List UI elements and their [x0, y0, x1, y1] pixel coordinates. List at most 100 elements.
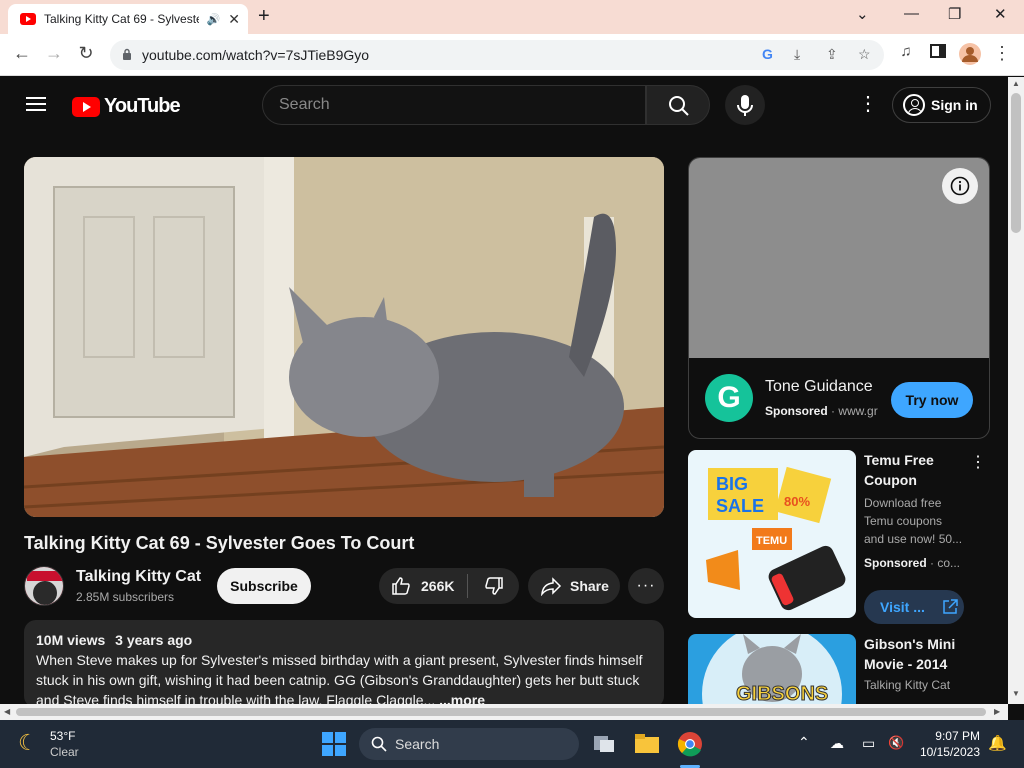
new-tab-button[interactable]: + [258, 5, 270, 28]
vertical-scroll-thumb[interactable] [1011, 93, 1021, 233]
rec-title[interactable]: Temu Free Coupon [864, 450, 968, 490]
moon-weather-icon[interactable]: ☾ [18, 730, 38, 756]
start-button[interactable] [322, 732, 346, 756]
browser-tab-active[interactable]: Talking Kitty Cat 69 - Sylvester Goes To… [8, 4, 248, 34]
share-label: Share [570, 578, 609, 594]
tray-chevron-icon[interactable]: ⌃ [798, 734, 810, 751]
onedrive-icon[interactable]: ☁ [830, 735, 844, 752]
scroll-down-arrow-icon[interactable]: ▼ [1012, 689, 1020, 698]
hamburger-menu-icon[interactable] [26, 97, 46, 111]
thumb-text-gibsons: GIBSONS [736, 683, 828, 704]
taskbar-search-label: Search [395, 736, 440, 752]
subscribe-button[interactable]: Subscribe [217, 568, 311, 604]
horizontal-scrollbar[interactable]: ◀ ▶ [0, 704, 1008, 720]
gibson-thumbnail[interactable]: GIBSONS [688, 634, 856, 704]
logo-text: YouTube [104, 95, 181, 117]
more-actions-button[interactable]: ··· [628, 568, 664, 604]
try-now-button[interactable]: Try now [891, 382, 973, 418]
back-button[interactable]: ← [10, 43, 34, 64]
share-button[interactable]: Share [528, 568, 620, 604]
volume-muted-icon[interactable]: 🔇 [888, 735, 904, 751]
search-input[interactable]: Search [262, 85, 646, 125]
scroll-left-arrow-icon[interactable]: ◀ [4, 707, 10, 716]
network-icon[interactable]: ▭ [862, 735, 875, 752]
youtube-play-icon [72, 96, 100, 117]
sidebar-item-temu[interactable]: BIG SALE 80% TEMU Temu Free Coupon ⋮ Dow… [688, 450, 990, 624]
minimize-button[interactable]: — [904, 5, 919, 22]
notification-bell-icon[interactable]: 🔔 [988, 734, 1007, 752]
thumbs-down-icon [484, 577, 503, 595]
description-box[interactable]: 10M views 3 years ago When Steve makes u… [24, 620, 664, 708]
sponsored-label: Sponsored [765, 404, 828, 418]
clock-date[interactable]: 10/15/2023 [908, 745, 980, 759]
ad-domain: www.gr [838, 404, 878, 418]
bookmark-star-icon[interactable]: ☆ [858, 46, 871, 63]
profile-avatar[interactable] [958, 43, 982, 70]
thumb-text-sale: SALE [716, 496, 764, 516]
dislike-button[interactable] [468, 568, 519, 604]
forward-button[interactable]: → [42, 43, 66, 64]
video-title: Talking Kitty Cat 69 - Sylvester Goes To… [24, 533, 415, 553]
chrome-icon[interactable] [676, 730, 704, 758]
close-window-button[interactable]: ✕ [994, 5, 1007, 23]
channel-name[interactable]: Talking Kitty Cat [76, 568, 201, 586]
weather-condition[interactable]: Clear [50, 745, 79, 759]
account-icon [903, 94, 925, 116]
sign-in-button[interactable]: Sign in [892, 87, 991, 123]
ad-sponsored-line: Sponsored · www.gr [765, 404, 878, 418]
task-view-icon[interactable] [590, 730, 618, 758]
search-placeholder: Search [279, 96, 330, 113]
vertical-scrollbar[interactable]: ▲ ▼ [1008, 77, 1024, 704]
sidebar-item-gibson[interactable]: GIBSONS Gibson's Mini Movie - 2014 Talki… [688, 634, 990, 704]
side-panel-icon[interactable] [926, 43, 950, 64]
clock-time[interactable]: 9:07 PM [918, 729, 980, 743]
search-icon [371, 736, 387, 752]
youtube-logo[interactable]: YouTube [72, 95, 181, 118]
share-page-icon[interactable]: ⇪ [826, 46, 838, 63]
search-button[interactable] [646, 85, 710, 125]
weather-temperature[interactable]: 53°F [50, 729, 75, 743]
tab-search-chevron-icon[interactable]: ⌄ [856, 5, 869, 23]
tab-close-icon[interactable]: ✕ [228, 11, 240, 28]
share-arrow-icon [541, 577, 562, 596]
scroll-right-arrow-icon[interactable]: ▶ [994, 707, 1000, 716]
install-app-icon[interactable]: ⤓ [794, 46, 800, 63]
url-text: youtube.com/watch?v=7sJTieB9Gyo [142, 47, 370, 63]
browser-title-bar: Talking Kitty Cat 69 - Sylvester Goes To… [0, 0, 1024, 34]
sponsored-label: Sponsored [864, 556, 927, 570]
media-controls-icon[interactable]: ♫ [894, 43, 918, 60]
view-count: 10M views [36, 632, 106, 648]
windows-taskbar: ☾ 53°F Clear Search ⌃ ☁ ▭ 🔇 9:07 PM 10/1… [0, 720, 1024, 768]
restore-button[interactable]: ❐ [948, 5, 961, 23]
visit-site-button[interactable]: Visit ... [864, 590, 964, 624]
browser-toolbar: ← → ↻ youtube.com/watch?v=7sJTieB9Gyo G … [0, 34, 1024, 76]
ad-info-button[interactable] [942, 168, 978, 204]
rec-channel-name: Talking Kitty Cat [864, 678, 951, 692]
thumb-text-big: BIG [716, 474, 748, 494]
upload-age: 3 years ago [115, 632, 193, 648]
voice-search-button[interactable] [725, 85, 765, 125]
video-frame-cat [24, 157, 664, 517]
microphone-icon [737, 95, 753, 116]
reload-button[interactable]: ↻ [74, 43, 98, 64]
ad-title[interactable]: Tone Guidance [765, 378, 873, 396]
video-player[interactable] [24, 157, 664, 517]
thumb-text-discount: 80% [784, 494, 810, 509]
rec-title[interactable]: Gibson's Mini Movie - 2014 [864, 634, 984, 674]
sponsored-ad-card[interactable]: G Tone Guidance Sponsored · www.gr Try n… [688, 157, 990, 439]
address-bar[interactable]: youtube.com/watch?v=7sJTieB9Gyo G ⤓ ⇪ ☆ [110, 40, 884, 70]
google-lens-icon[interactable]: G [762, 46, 773, 62]
horizontal-scroll-thumb[interactable] [16, 708, 986, 716]
file-explorer-icon[interactable] [633, 730, 661, 758]
browser-menu-icon[interactable]: ⋮ [990, 43, 1014, 64]
channel-avatar[interactable] [24, 566, 64, 606]
settings-more-icon[interactable]: ⋮ [858, 94, 878, 114]
scroll-up-arrow-icon[interactable]: ▲ [1012, 79, 1020, 88]
search-icon [669, 96, 689, 116]
rec-domain: co... [937, 556, 961, 570]
taskbar-search[interactable]: Search [359, 728, 579, 760]
like-button[interactable]: 266K [379, 568, 467, 604]
rec-more-icon[interactable]: ⋮ [970, 452, 986, 472]
temu-thumbnail[interactable]: BIG SALE 80% TEMU [688, 450, 856, 618]
speaker-icon[interactable]: 🔊 [207, 13, 221, 26]
